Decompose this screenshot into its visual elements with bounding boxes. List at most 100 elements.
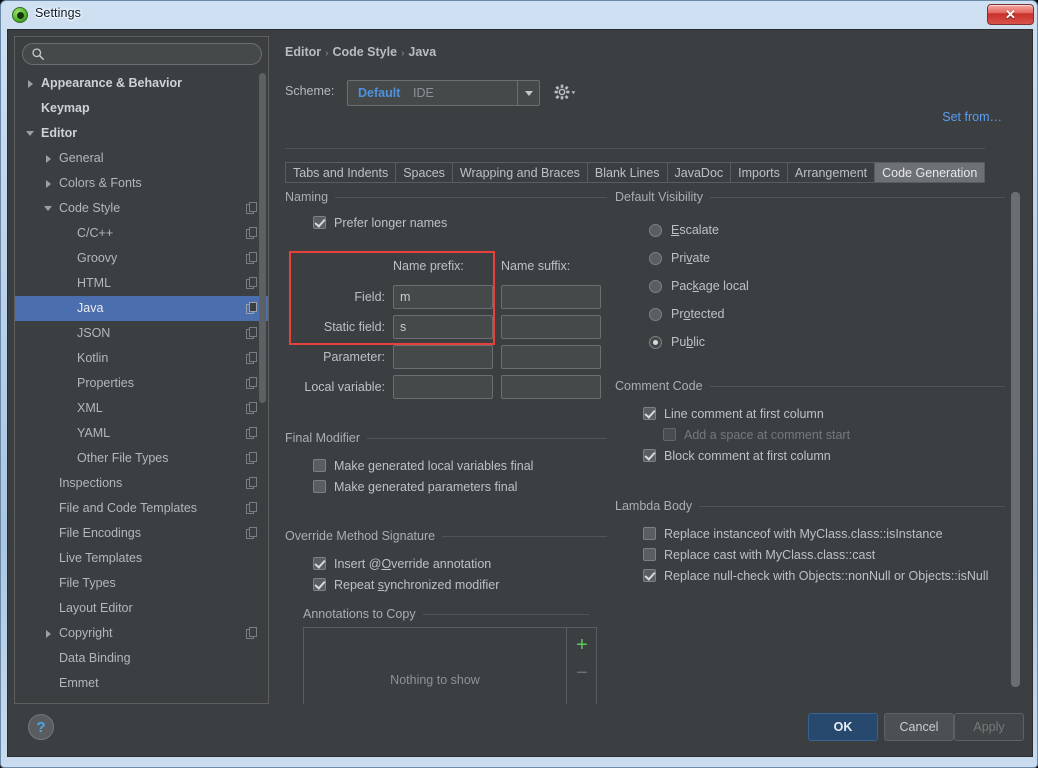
local-variable-suffix-input[interactable]	[501, 375, 601, 399]
sidebar-item-java[interactable]: Java	[15, 296, 268, 321]
code-generation-content: Naming Prefer longer names Name prefix: N…	[275, 188, 1028, 704]
sidebar-item-groovy[interactable]: Groovy	[15, 246, 268, 271]
cancel-button[interactable]: Cancel	[884, 713, 954, 741]
scheme-dropdown[interactable]: Default IDE	[347, 80, 540, 106]
sidebar-item-general[interactable]: General	[15, 146, 268, 171]
override-group-title: Override Method Signature	[285, 529, 443, 543]
gear-icon[interactable]	[553, 83, 577, 103]
sidebar-item-label: Appearance & Behavior	[41, 76, 183, 90]
sidebar-item-kotlin[interactable]: Kotlin	[15, 346, 268, 371]
visibility-radio-package-local[interactable]: Package local	[649, 272, 1013, 300]
tab-blank-lines[interactable]: Blank Lines	[586, 162, 667, 183]
final-modifier-checkbox-1[interactable]: Make generated parameters final	[313, 476, 615, 497]
search-field-wrapper	[22, 43, 262, 65]
parameter-suffix-input[interactable]	[501, 345, 601, 369]
sidebar-item-html[interactable]: HTML	[15, 271, 268, 296]
visibility-radio-private[interactable]: Private	[649, 244, 1013, 272]
visibility-radio-protected[interactable]: Protected	[649, 300, 1013, 328]
sidebar-item-file-types[interactable]: File Types	[15, 571, 268, 596]
lambda-body-label-1: Replace cast with MyClass.class::cast	[664, 547, 876, 562]
set-from-link[interactable]: Set from…	[942, 110, 1002, 124]
breadcrumb-part-editor[interactable]: Editor	[285, 45, 321, 59]
sidebar-item-json[interactable]: JSON	[15, 321, 268, 346]
sidebar-item-emmet[interactable]: Emmet	[15, 671, 268, 696]
name-suffix-header: Name suffix:	[501, 259, 571, 273]
sidebar-item-label: YAML	[77, 426, 111, 440]
breadcrumb-part-java[interactable]: Java	[408, 45, 436, 59]
prefer-longer-names-checkbox[interactable]: Prefer longer names	[313, 212, 615, 233]
help-button[interactable]: ?	[28, 714, 54, 740]
lambda-body-checkbox-1[interactable]: Replace cast with MyClass.class::cast	[643, 544, 1013, 565]
lambda-body-list: Replace instanceof with MyClass.class::i…	[643, 523, 1013, 586]
chevron-down-icon[interactable]	[41, 196, 55, 221]
tab-code-generation[interactable]: Code Generation	[874, 162, 986, 183]
static-field-prefix-input[interactable]	[393, 315, 493, 339]
copy-scheme-icon	[246, 302, 257, 314]
sidebar-item-code-style[interactable]: Code Style	[15, 196, 268, 221]
sidebar-item-layout-editor[interactable]: Layout Editor	[15, 596, 268, 621]
chevron-down-icon[interactable]	[23, 121, 37, 146]
tab-wrapping-and-braces[interactable]: Wrapping and Braces	[451, 162, 587, 183]
chevron-right-icon[interactable]	[41, 171, 55, 196]
close-button[interactable]: ✕	[987, 4, 1034, 25]
comment-code-checkbox-0[interactable]: Line comment at first column	[643, 403, 1013, 424]
code-style-tabs[interactable]: Tabs and Indents Spaces Wrapping and Brace…	[285, 162, 986, 183]
add-annotation-button[interactable]: +	[567, 630, 597, 660]
lambda-group-title: Lambda Body	[615, 499, 700, 513]
tab-tabs-and-indents[interactable]: Tabs and Indents	[285, 162, 396, 183]
override-method-checkbox-0[interactable]: Insert @Override annotation	[313, 553, 615, 574]
sidebar-item-appearance-behavior[interactable]: Appearance & Behavior	[15, 71, 268, 96]
sidebar-item-data-binding[interactable]: Data Binding	[15, 646, 268, 671]
sidebar-item-label: Java	[77, 301, 104, 315]
sidebar-item-colors-fonts[interactable]: Colors & Fonts	[15, 171, 268, 196]
sidebar-item-properties[interactable]: Properties	[15, 371, 268, 396]
visibility-radio-escalate[interactable]: Escalate	[649, 216, 1013, 244]
lambda-body-checkbox-0[interactable]: Replace instanceof with MyClass.class::i…	[643, 523, 1013, 544]
remove-annotation-button[interactable]: −	[567, 658, 597, 688]
sidebar-item-keymap[interactable]: Keymap	[15, 96, 268, 121]
final-modifier-group-header: Final Modifier	[285, 429, 615, 447]
chevron-right-icon[interactable]	[41, 146, 55, 171]
chevron-down-icon[interactable]	[517, 81, 539, 105]
sidebar-item-file-and-code-templates[interactable]: File and Code Templates	[15, 496, 268, 521]
local-variable-prefix-input[interactable]	[393, 375, 493, 399]
sidebar-item-label: Data Binding	[59, 651, 131, 665]
content-scrollbar[interactable]	[1011, 192, 1020, 687]
field-suffix-input[interactable]	[501, 285, 601, 309]
breadcrumb-part-code-style[interactable]: Code Style	[332, 45, 397, 59]
chevron-right-icon[interactable]	[41, 621, 55, 646]
parameter-prefix-input[interactable]	[393, 345, 493, 369]
field-prefix-input[interactable]	[393, 285, 493, 309]
sidebar-item-live-templates[interactable]: Live Templates	[15, 546, 268, 571]
lambda-body-checkbox-2[interactable]: Replace null-check with Objects::nonNull…	[643, 565, 1013, 586]
sidebar-item-editor[interactable]: Editor	[15, 121, 268, 146]
apply-button[interactable]: Apply	[954, 713, 1024, 741]
visibility-radio-public[interactable]: Public	[649, 328, 1013, 356]
sidebar-item-file-encodings[interactable]: File Encodings	[15, 521, 268, 546]
comment-code-checkbox-2[interactable]: Block comment at first column	[643, 445, 1013, 466]
settings-tree[interactable]: Appearance & Behavior Keymap Editor General…	[15, 71, 268, 703]
tab-spaces[interactable]: Spaces	[395, 162, 452, 183]
sidebar-item-other-file-types[interactable]: Other File Types	[15, 446, 268, 471]
tab-javadoc[interactable]: JavaDoc	[666, 162, 731, 183]
sidebar-item-label: File Types	[59, 576, 116, 590]
search-input[interactable]	[22, 43, 262, 65]
copy-scheme-icon	[246, 327, 257, 339]
sidebar-scrollbar[interactable]	[259, 73, 266, 403]
copy-scheme-icon	[246, 527, 257, 539]
static-field-suffix-input[interactable]	[501, 315, 601, 339]
override-method-checkbox-1[interactable]: Repeat synchronized modifier	[313, 574, 615, 595]
annotations-list[interactable]: Nothing to show + −	[303, 627, 597, 704]
ok-button[interactable]: OK	[808, 713, 878, 741]
sidebar-item-yaml[interactable]: YAML	[15, 421, 268, 446]
sidebar-item-inspections[interactable]: Inspections	[15, 471, 268, 496]
tab-imports[interactable]: Imports	[730, 162, 787, 183]
final-modifier-checkbox-0[interactable]: Make generated local variables final	[313, 455, 615, 476]
sidebar-item-copyright[interactable]: Copyright	[15, 621, 268, 646]
chevron-right-icon[interactable]	[23, 71, 37, 96]
sidebar-item-xml[interactable]: XML	[15, 396, 268, 421]
sidebar-item-c-c[interactable]: C/C++	[15, 221, 268, 246]
sidebar-item-label: Editor	[41, 126, 78, 140]
tab-arrangement[interactable]: Arrangement	[786, 162, 875, 183]
checkbox-icon	[313, 578, 326, 591]
